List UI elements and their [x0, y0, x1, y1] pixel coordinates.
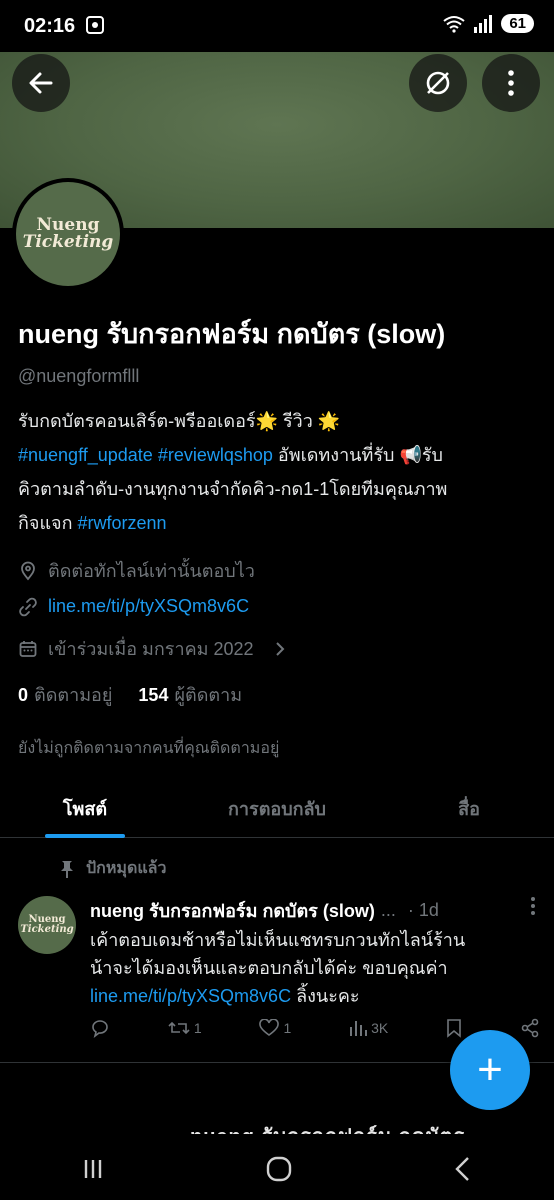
- profile-url[interactable]: line.me/ti/p/tyXSQm8v6C: [18, 596, 249, 617]
- compose-post-button[interactable]: +: [450, 1030, 530, 1110]
- pinned-label: ปักหมุดแล้ว: [86, 860, 167, 877]
- plus-icon: +: [477, 1045, 503, 1094]
- logo-text-ticketing: Ticketing: [20, 924, 74, 935]
- chevron-right-icon: [275, 641, 284, 656]
- tweet-line: line.me/ti/p/tyXSQm8v6C ลิ้งนะคะ: [90, 982, 540, 1010]
- bio-text: กิจแจก: [18, 513, 78, 533]
- tweet-timestamp[interactable]: · 1d: [408, 900, 439, 921]
- views-count: 3K: [371, 1020, 389, 1036]
- profile-joined[interactable]: เข้าร่วมเมื่อ มกราคม 2022: [18, 634, 286, 663]
- tweet-text: เค้าตอบเดมช้าหรือไม่เห็นแชทรบกวนทักไลน์ร…: [90, 926, 540, 1010]
- joined-text: เข้าร่วมเมื่อ มกราคม 2022: [48, 639, 254, 659]
- calendar-icon: [19, 640, 37, 657]
- tweet-more-button[interactable]: [530, 896, 536, 922]
- retweet-icon: [168, 1021, 190, 1035]
- bio-line: รับกดบัตรคอนเสิร์ต-พรีออเดอร์🌟 รีวิว 🌟: [18, 404, 538, 438]
- profile-tabs: โพสต์ การตอบกลับ สื่อ: [0, 780, 554, 838]
- reply-button[interactable]: [90, 1018, 110, 1038]
- tab-label: โพสต์: [62, 799, 108, 819]
- location-text: ติดต่อทักไลน์เท่านั้นตอบไว: [48, 561, 255, 581]
- heart-icon: [259, 1019, 280, 1036]
- bar-chart-icon: [350, 1021, 368, 1036]
- hashtag-link[interactable]: #reviewlqshop: [158, 445, 273, 465]
- share-button[interactable]: [520, 1018, 540, 1038]
- pinned-indicator: ปักหมุดแล้ว: [60, 856, 166, 881]
- link-icon: [19, 597, 37, 616]
- following-label: ติดตามอยู่: [34, 685, 113, 705]
- tweet-author-name[interactable]: nueng รับกรอกฟอร์ม กดบัตร (slow): [90, 896, 375, 925]
- share-icon: [521, 1018, 539, 1038]
- like-button[interactable]: 1: [259, 1018, 291, 1038]
- tweet-handle-truncated: ...: [380, 900, 396, 920]
- screen-record-icon: [86, 16, 104, 34]
- mutual-followers-note: ยังไม่ถูกติดตามจากคนที่คุณติดตามอยู่: [18, 740, 280, 757]
- profile-bio: รับกดบัตรคอนเสิร์ต-พรีออเดอร์🌟 รีวิว 🌟 #…: [18, 404, 538, 540]
- bio-line: คิวตามลำดับ-งานทุกงานจำกัดคิว-กด1-1โดยที…: [18, 472, 538, 506]
- bio-text: คิวตามลำดับ-งานทุกงานจำกัดคิว-กด1-1โดยที…: [18, 479, 448, 499]
- pin-icon: [61, 860, 73, 878]
- tweet-avatar[interactable]: Nueng Ticketing: [18, 896, 76, 954]
- tab-posts[interactable]: โพสต์: [0, 780, 170, 837]
- tweet-header: nueng รับกรอกฟอร์ม กดบัตร (slow) ... · 1…: [90, 896, 534, 925]
- avatar-logo: Nueng Ticketing: [16, 182, 120, 286]
- next-tweet-preview: nueng รับกรอกฟอร์ม กดบัตร: [190, 1120, 465, 1134]
- followers-link[interactable]: 154 ผู้ติดตาม: [138, 680, 242, 709]
- more-options-button[interactable]: [482, 54, 540, 112]
- follow-stats: 0 ติดตามอยู่ 154 ผู้ติดตาม: [18, 680, 242, 709]
- status-icons: 61: [443, 14, 534, 33]
- status-bar: 02:16 61: [0, 0, 554, 52]
- tab-label: สื่อ: [458, 799, 480, 819]
- retweet-button[interactable]: 1: [168, 1018, 202, 1038]
- tweet-line: เค้าตอบเดมช้าหรือไม่เห็นแชทรบกวนทักไลน์ร…: [90, 930, 466, 950]
- bookmark-button[interactable]: [446, 1018, 462, 1038]
- url-link[interactable]: line.me/ti/p/tyXSQm8v6C: [48, 596, 249, 617]
- profile-name: nueng รับกรอกฟอร์ม กดบัตร (slow): [18, 319, 446, 349]
- home-icon[interactable]: [266, 1156, 292, 1182]
- arrow-left-icon: [29, 72, 53, 94]
- views-button[interactable]: 3K: [349, 1018, 388, 1038]
- vertical-dots-icon: [531, 897, 535, 915]
- hashtag-link[interactable]: #nuengff_update: [18, 445, 153, 465]
- followers-count: 154: [138, 685, 169, 705]
- status-time: 02:16: [24, 15, 76, 37]
- grok-button[interactable]: [409, 54, 467, 112]
- reply-icon: [92, 1020, 108, 1038]
- tab-replies[interactable]: การตอบกลับ: [170, 780, 384, 837]
- bio-line: #nuengff_update #reviewlqshop อัพเดทงานท…: [18, 438, 538, 472]
- recent-apps-icon[interactable]: [81, 1157, 105, 1181]
- hashtag-link[interactable]: #rwforzenn: [78, 513, 167, 533]
- bio-text: รับกดบัตรคอนเสิร์ต-พรีออเดอร์🌟 รีวิว 🌟: [18, 411, 341, 431]
- location-pin-icon: [21, 561, 35, 580]
- wifi-icon: [443, 15, 465, 33]
- back-button[interactable]: [12, 54, 70, 112]
- profile-location: ติดต่อทักไลน์เท่านั้นตอบไว: [18, 556, 255, 585]
- bookmark-icon: [447, 1019, 461, 1038]
- like-count: 1: [283, 1020, 292, 1036]
- following-count: 0: [18, 685, 29, 705]
- signal-icon: [474, 14, 493, 33]
- back-nav-icon[interactable]: [453, 1156, 473, 1182]
- tweet-line: น้าจะได้มองเห็นและตอบกลับได้ค่ะ ขอบคุณค่…: [90, 958, 448, 978]
- bio-text: อัพเดทงานที่รับ 📢รับ: [272, 445, 443, 465]
- tab-label: การตอบกลับ: [228, 799, 326, 819]
- tweet-url-link[interactable]: line.me/ti/p/tyXSQm8v6C: [90, 986, 291, 1006]
- logo-text-ticketing: Ticketing: [22, 232, 114, 252]
- profile-handle: @nuengformflll: [18, 366, 140, 386]
- followers-label: ผู้ติดตาม: [174, 685, 243, 705]
- system-navigation-bar: [0, 1138, 554, 1200]
- battery-indicator: 61: [501, 14, 534, 33]
- profile-avatar[interactable]: Nueng Ticketing: [12, 178, 124, 290]
- tweet-text-tail: ลิ้งนะคะ: [291, 986, 360, 1006]
- tab-media[interactable]: สื่อ: [384, 780, 554, 837]
- bio-line: กิจแจก #rwforzenn: [18, 506, 538, 540]
- following-link[interactable]: 0 ติดตามอยู่: [18, 680, 112, 709]
- grok-icon: [426, 71, 450, 95]
- vertical-dots-icon: [508, 70, 514, 96]
- retweet-count: 1: [193, 1020, 202, 1036]
